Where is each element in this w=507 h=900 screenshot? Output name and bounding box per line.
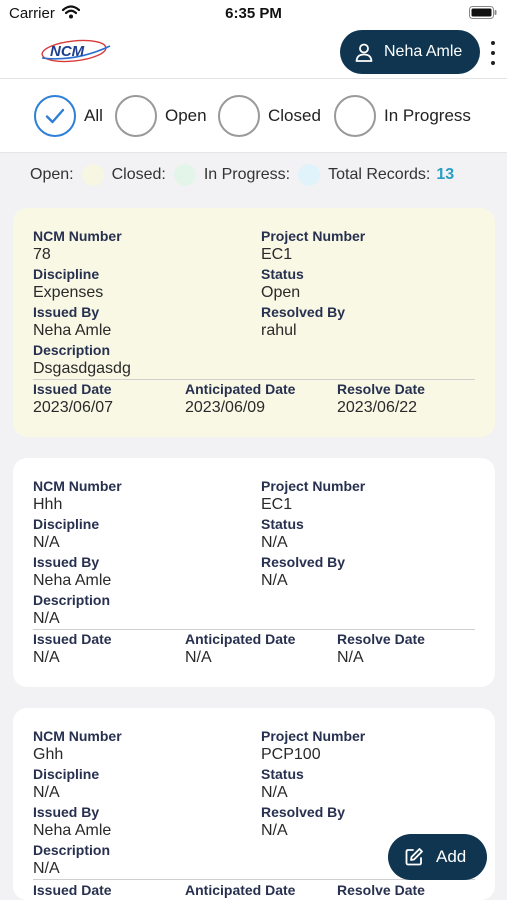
value-resolve-date: N/A <box>337 649 364 666</box>
card-divider <box>33 629 475 630</box>
label-anticipated-date: Anticipated Date <box>185 882 296 898</box>
value-project-number: PCP100 <box>261 746 321 763</box>
label-status: Status <box>261 266 304 282</box>
label-discipline: Discipline <box>33 766 100 782</box>
filter-all-label: All <box>84 106 103 125</box>
user-menu-button[interactable]: Neha Amle <box>340 30 480 74</box>
app-header: NCM Neha Amle <box>0 28 507 79</box>
label-resolved-by: Resolved By <box>261 554 346 570</box>
label-resolve-date: Resolve Date <box>337 381 425 397</box>
logo-text: NCM <box>50 43 85 60</box>
label-discipline: Discipline <box>33 516 100 532</box>
radio-all[interactable] <box>34 95 76 137</box>
radio-open[interactable] <box>115 95 157 137</box>
filter-closed-label: Closed <box>268 106 321 125</box>
filter-in-progress[interactable]: In Progress <box>334 95 471 137</box>
total-records-label: Total Records: <box>328 166 431 183</box>
legend-in-progress-swatch <box>298 164 321 186</box>
value-resolved-by: N/A <box>261 572 288 589</box>
label-resolve-date: Resolve Date <box>337 882 425 898</box>
more-vert-icon[interactable] <box>487 41 499 65</box>
label-description: Description <box>33 842 111 858</box>
value-description: Dsgasdgasdg <box>33 360 131 377</box>
value-description: N/A <box>33 860 60 877</box>
edit-icon <box>405 848 423 866</box>
status-time: 6:35 PM <box>225 5 282 22</box>
filter-closed[interactable]: Closed <box>218 95 321 137</box>
label-issued-date: Issued Date <box>33 631 112 647</box>
label-project-number: Project Number <box>261 478 366 494</box>
add-button[interactable]: Add <box>388 834 487 880</box>
radio-closed[interactable] <box>218 95 260 137</box>
label-ncm-number: NCM Number <box>33 228 122 244</box>
value-discipline: Expenses <box>33 284 104 301</box>
record-card[interactable]: NCM Number Hhh Project Number EC1 Discip… <box>13 458 495 687</box>
legend-open-swatch <box>81 164 104 186</box>
label-resolved-by: Resolved By <box>261 304 346 320</box>
label-issued-by: Issued By <box>33 804 100 820</box>
value-discipline: N/A <box>33 784 60 801</box>
value-ncm-number: Ghh <box>33 746 64 763</box>
label-issued-by: Issued By <box>33 554 100 570</box>
value-resolved-by: rahul <box>261 322 297 339</box>
value-issued-by: Neha Amle <box>33 322 112 339</box>
check-icon <box>45 108 65 124</box>
label-anticipated-date: Anticipated Date <box>185 381 296 397</box>
label-issued-date: Issued Date <box>33 381 112 397</box>
value-resolved-by: N/A <box>261 822 288 839</box>
value-anticipated-date: N/A <box>185 649 212 666</box>
label-project-number: Project Number <box>261 728 366 744</box>
card-divider <box>33 379 475 380</box>
label-ncm-number: NCM Number <box>33 478 122 494</box>
filter-open-label: Open <box>165 106 207 125</box>
label-description: Description <box>33 592 111 608</box>
user-icon <box>355 43 373 62</box>
value-ncm-number: 78 <box>33 246 51 263</box>
label-anticipated-date: Anticipated Date <box>185 631 296 647</box>
filter-open[interactable]: Open <box>115 95 207 137</box>
value-project-number: EC1 <box>261 496 293 513</box>
value-anticipated-date: 2023/06/09 <box>185 399 266 416</box>
label-issued-date: Issued Date <box>33 882 112 898</box>
label-discipline: Discipline <box>33 266 100 282</box>
label-resolved-by: Resolved By <box>261 804 346 820</box>
value-status: Open <box>261 284 301 301</box>
label-resolve-date: Resolve Date <box>337 631 425 647</box>
value-status: N/A <box>261 534 288 551</box>
ncm-logo: NCM <box>41 39 111 63</box>
legend-closed-label: Closed: <box>111 166 166 183</box>
radio-in-progress[interactable] <box>334 95 376 137</box>
filter-in-progress-label: In Progress <box>384 106 471 125</box>
status-legend: Open: Closed: In Progress: Total Records… <box>0 153 507 197</box>
legend-in-progress-label: In Progress: <box>203 166 291 183</box>
label-description: Description <box>33 342 111 358</box>
value-project-number: EC1 <box>261 246 293 263</box>
battery-icon <box>469 6 497 19</box>
record-card[interactable]: NCM Number 78 Project Number EC1 Discipl… <box>13 208 495 437</box>
legend-closed-swatch <box>173 164 196 186</box>
value-description: N/A <box>33 610 60 627</box>
status-filter: All Open Closed In Progress <box>0 79 507 153</box>
value-resolve-date: 2023/06/22 <box>337 399 418 416</box>
value-ncm-number: Hhh <box>33 496 63 513</box>
legend-open-label: Open: <box>30 166 74 183</box>
value-status: N/A <box>261 784 288 801</box>
label-issued-by: Issued By <box>33 304 100 320</box>
label-ncm-number: NCM Number <box>33 728 122 744</box>
add-button-label: Add <box>436 847 467 866</box>
user-name: Neha Amle <box>384 43 463 60</box>
label-status: Status <box>261 516 304 532</box>
value-issued-by: Neha Amle <box>33 572 112 589</box>
status-bar: Carrier 6:35 PM <box>0 0 507 28</box>
label-status: Status <box>261 766 304 782</box>
value-discipline: N/A <box>33 534 60 551</box>
value-issued-date: N/A <box>33 649 60 666</box>
total-records-count: 13 <box>436 166 455 183</box>
value-issued-date: 2023/06/07 <box>33 399 114 416</box>
filter-all[interactable]: All <box>34 95 103 137</box>
value-issued-by: Neha Amle <box>33 822 112 839</box>
label-project-number: Project Number <box>261 228 366 244</box>
